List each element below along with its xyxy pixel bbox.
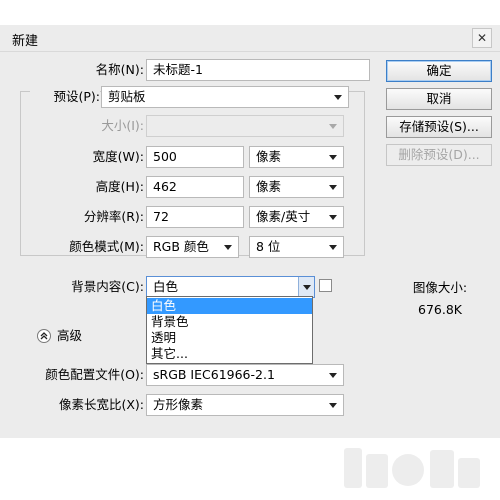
background-label: 背景内容(C): <box>71 279 144 294</box>
dialog-titlebar: 新建 ✕ <box>0 25 500 52</box>
chevron-down-icon <box>224 245 232 250</box>
chevron-down-icon <box>334 95 342 100</box>
canvas-background <box>0 438 500 500</box>
color-profile-label: 颜色配置文件(O): <box>45 367 144 382</box>
resolution-input[interactable]: 72 <box>146 206 244 228</box>
width-input[interactable]: 500 <box>146 146 244 168</box>
resolution-unit-value: 像素/英寸 <box>256 209 311 224</box>
name-label: 名称(N): <box>95 62 144 77</box>
color-mode-value: RGB 颜色 <box>153 239 209 254</box>
bit-depth-select[interactable]: 8 位 <box>249 236 344 258</box>
dropdown-toggle[interactable] <box>298 277 314 297</box>
advanced-label: 高级 <box>57 328 83 343</box>
preset-select[interactable]: 剪贴板 <box>101 86 349 108</box>
width-unit-select[interactable]: 像素 <box>249 146 344 168</box>
list-item[interactable]: 白色 <box>147 298 312 314</box>
dialog-title: 新建 <box>12 34 39 49</box>
name-input[interactable]: 未标题-1 <box>146 59 370 81</box>
chevron-down-icon <box>329 245 337 250</box>
resolution-unit-select[interactable]: 像素/英寸 <box>249 206 344 228</box>
background-color-swatch[interactable] <box>319 279 332 292</box>
color-mode-select[interactable]: RGB 颜色 <box>146 236 239 258</box>
height-label: 高度(H): <box>95 179 144 194</box>
width-unit-value: 像素 <box>256 149 282 164</box>
chevron-down-icon <box>303 285 311 290</box>
chevron-down-icon <box>329 403 337 408</box>
chevron-down-icon <box>329 185 337 190</box>
background-select[interactable]: 白色 <box>146 276 315 298</box>
background-options-list: 白色 背景色 透明 其它... <box>146 296 313 364</box>
pixel-aspect-label: 像素长宽比(X): <box>58 397 144 412</box>
chevron-down-icon <box>329 215 337 220</box>
background-value: 白色 <box>153 279 179 294</box>
color-profile-select[interactable]: sRGB IEC61966-2.1 <box>146 364 344 386</box>
pixel-aspect-value: 方形像素 <box>153 397 204 412</box>
bit-depth-value: 8 位 <box>256 239 281 254</box>
chevron-down-icon <box>329 373 337 378</box>
chevron-down-icon <box>329 155 337 160</box>
pixel-aspect-select[interactable]: 方形像素 <box>146 394 344 416</box>
size-label: 大小(I): <box>101 118 144 133</box>
ok-button[interactable]: 确定 <box>386 60 492 82</box>
size-select <box>146 115 344 137</box>
color-mode-label: 颜色模式(M): <box>69 239 144 254</box>
height-unit-value: 像素 <box>256 179 282 194</box>
preset-label: 预设(P): <box>30 86 100 108</box>
preset-value: 剪贴板 <box>108 89 146 104</box>
cancel-button[interactable]: 取消 <box>386 88 492 110</box>
height-unit-select[interactable]: 像素 <box>249 176 344 198</box>
list-item[interactable]: 背景色 <box>147 314 312 330</box>
close-icon[interactable]: ✕ <box>472 28 492 48</box>
color-profile-value: sRGB IEC61966-2.1 <box>153 367 275 382</box>
resolution-label: 分辨率(R): <box>83 209 144 224</box>
list-item[interactable]: 其它... <box>147 346 312 362</box>
height-input[interactable]: 462 <box>146 176 244 198</box>
image-size-label: 图像大小: <box>412 280 468 295</box>
chevron-down-icon <box>329 124 337 129</box>
collapse-advanced-icon[interactable] <box>37 329 51 343</box>
delete-preset-button: 删除预设(D)... <box>386 144 492 166</box>
watermark-logo-icon <box>344 448 480 488</box>
list-item[interactable]: 透明 <box>147 330 312 346</box>
image-size-value: 676.8K <box>418 302 462 317</box>
width-label: 宽度(W): <box>92 149 144 164</box>
save-preset-button[interactable]: 存储预设(S)... <box>386 116 492 138</box>
